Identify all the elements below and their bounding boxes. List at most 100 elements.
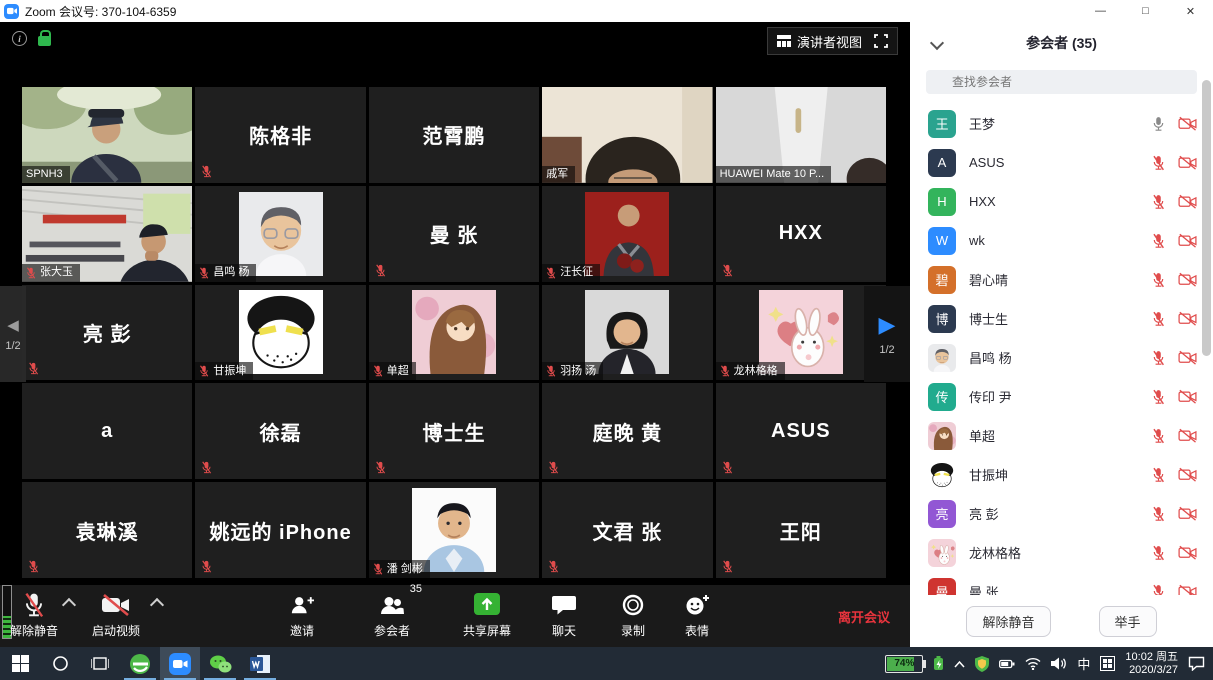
video-tile[interactable]: 单超 [369, 285, 539, 381]
video-tile[interactable]: 昌鸣 杨 [195, 186, 365, 282]
action-center-icon[interactable] [1188, 656, 1205, 671]
video-tile[interactable]: 文君 张 [542, 482, 712, 578]
muted-mic-icon [722, 560, 733, 573]
participant-row[interactable]: 昌鸣 杨 [910, 338, 1213, 377]
wechat-taskbar-icon[interactable] [200, 647, 240, 680]
participant-name: a [22, 383, 192, 479]
video-off-icon [1178, 545, 1197, 560]
participant-row[interactable]: AASUS [910, 143, 1213, 182]
hidden-icons-chevron[interactable] [954, 660, 965, 668]
video-tile[interactable]: 博士生 [369, 383, 539, 479]
leave-meeting-button[interactable]: 离开会议 [838, 607, 890, 626]
participant-row[interactable]: 碧碧心晴 [910, 260, 1213, 299]
participant-row[interactable]: 传传印 尹 [910, 377, 1213, 416]
participant-row[interactable]: 王王梦 [910, 104, 1213, 143]
security-shield-icon[interactable] [975, 656, 989, 672]
ime-language-indicator[interactable]: 中 [1077, 654, 1090, 673]
volume-icon[interactable] [1051, 657, 1067, 670]
video-tile[interactable]: 曼 张 [369, 186, 539, 282]
muted-mic-icon [26, 267, 36, 279]
participant-row[interactable]: 龙林格格 [910, 533, 1213, 572]
muted-mic-icon [546, 267, 556, 279]
start-video-button[interactable]: 启动视频 [92, 592, 140, 639]
close-button[interactable]: ✕ [1168, 0, 1213, 22]
video-tile[interactable]: HUAWEI Mate 10 P... [716, 87, 886, 183]
unmute-self-button[interactable]: 解除静音 [966, 606, 1050, 637]
avatar: H [928, 188, 956, 216]
participant-row[interactable]: 博博士生 [910, 299, 1213, 338]
video-tile[interactable]: 汪长征 [542, 186, 712, 282]
video-tile[interactable]: 庭晚 黄 [542, 383, 712, 479]
video-tile[interactable]: 徐磊 [195, 383, 365, 479]
zoom-taskbar-icon[interactable] [160, 647, 200, 680]
browser-taskbar-icon[interactable] [120, 647, 160, 680]
participant-row[interactable]: 曼曼 张 [910, 572, 1213, 595]
mic-muted-icon [1152, 272, 1165, 288]
avatar: 亮 [928, 500, 956, 528]
taskbar-clock[interactable]: 10:02 周五 2020/3/27 [1125, 651, 1178, 677]
video-tile[interactable]: 亮 彭 [22, 285, 192, 381]
video-tile[interactable]: HXX [716, 186, 886, 282]
video-tile[interactable]: 姚远的 iPhone [195, 482, 365, 578]
muted-mic-icon [548, 461, 559, 474]
participant-list: 王王梦AASUSHHXXWwk碧碧心晴博博士生昌鸣 杨传传印 尹单超甘振坤亮亮 … [910, 104, 1213, 595]
video-tile[interactable]: 潘 剑彬 [369, 482, 539, 578]
task-view-button[interactable] [80, 647, 120, 680]
name-badge: HUAWEI Mate 10 P... [716, 166, 832, 183]
muted-mic-icon [722, 461, 733, 474]
battery-indicator[interactable]: 74% [885, 655, 923, 673]
video-tile[interactable]: 戚军 [542, 87, 712, 183]
mic-options-caret[interactable] [62, 598, 76, 612]
ime-pinyin-icon[interactable] [1100, 656, 1115, 671]
next-page-button[interactable]: ▶ 1/2 [864, 286, 910, 382]
speaker-view-button[interactable]: 演讲者视图 [777, 32, 862, 51]
video-tile[interactable]: a [22, 383, 192, 479]
video-tile[interactable]: 陈格非 [195, 87, 365, 183]
windows-taskbar: 74% 中 10:02 周五 2020/3/27 [0, 647, 1213, 680]
meeting-info-icon[interactable]: i [12, 31, 27, 46]
video-tile[interactable]: 范霄鹏 [369, 87, 539, 183]
restore-button[interactable]: □ [1123, 0, 1168, 22]
wifi-icon[interactable] [1025, 657, 1041, 670]
share-screen-button[interactable]: 共享屏幕 [463, 592, 511, 639]
video-tile[interactable]: 羽扬 汤 [542, 285, 712, 381]
cortana-button[interactable] [40, 647, 80, 680]
invite-button[interactable]: 邀请 [290, 592, 314, 639]
word-taskbar-icon[interactable] [240, 647, 280, 680]
muted-mic-icon [375, 264, 386, 277]
video-tile[interactable]: 甘振坤 [195, 285, 365, 381]
previous-page-button[interactable]: ◀ 1/2 [0, 286, 26, 382]
video-options-caret[interactable] [150, 598, 164, 612]
participant-row[interactable]: 甘振坤 [910, 455, 1213, 494]
muted-mic-icon [199, 365, 209, 377]
mic-muted-icon [1152, 350, 1165, 366]
video-tile[interactable]: 袁琳溪 [22, 482, 192, 578]
participant-row[interactable]: 单超 [910, 416, 1213, 455]
video-tile[interactable]: 张大玉 [22, 186, 192, 282]
panel-title: 参会者 (35) [910, 33, 1213, 53]
chat-button[interactable]: 聊天 [552, 592, 576, 639]
video-tile[interactable]: SPNH3 [22, 87, 192, 183]
raise-hand-button[interactable]: 举手 [1099, 606, 1157, 637]
scrollbar-thumb[interactable] [1202, 80, 1211, 356]
participant-row[interactable]: HHXX [910, 182, 1213, 221]
participant-row[interactable]: 亮亮 彭 [910, 494, 1213, 533]
profile-avatar [412, 290, 496, 374]
record-button[interactable]: 录制 [621, 592, 645, 639]
start-button[interactable] [0, 647, 40, 680]
power-icon[interactable] [999, 659, 1015, 669]
video-tile[interactable]: 龙林格格 [716, 285, 886, 381]
participants-button[interactable]: 35 参会者 [374, 592, 410, 639]
participant-name: 博士生 [369, 383, 539, 479]
participant-row[interactable]: Wwk [910, 221, 1213, 260]
reactions-button[interactable]: 表情 [685, 592, 709, 639]
video-tile[interactable]: ASUS [716, 383, 886, 479]
minimize-button[interactable]: — [1078, 0, 1123, 22]
unmute-button[interactable]: 解除静音 [10, 592, 58, 639]
video-tile[interactable]: 王阳 [716, 482, 886, 578]
page-indicator: 1/2 [879, 344, 894, 356]
muted-mic-icon [373, 563, 383, 575]
charging-icon[interactable] [933, 656, 944, 671]
fullscreen-button[interactable] [874, 34, 888, 48]
search-input[interactable] [926, 70, 1197, 94]
